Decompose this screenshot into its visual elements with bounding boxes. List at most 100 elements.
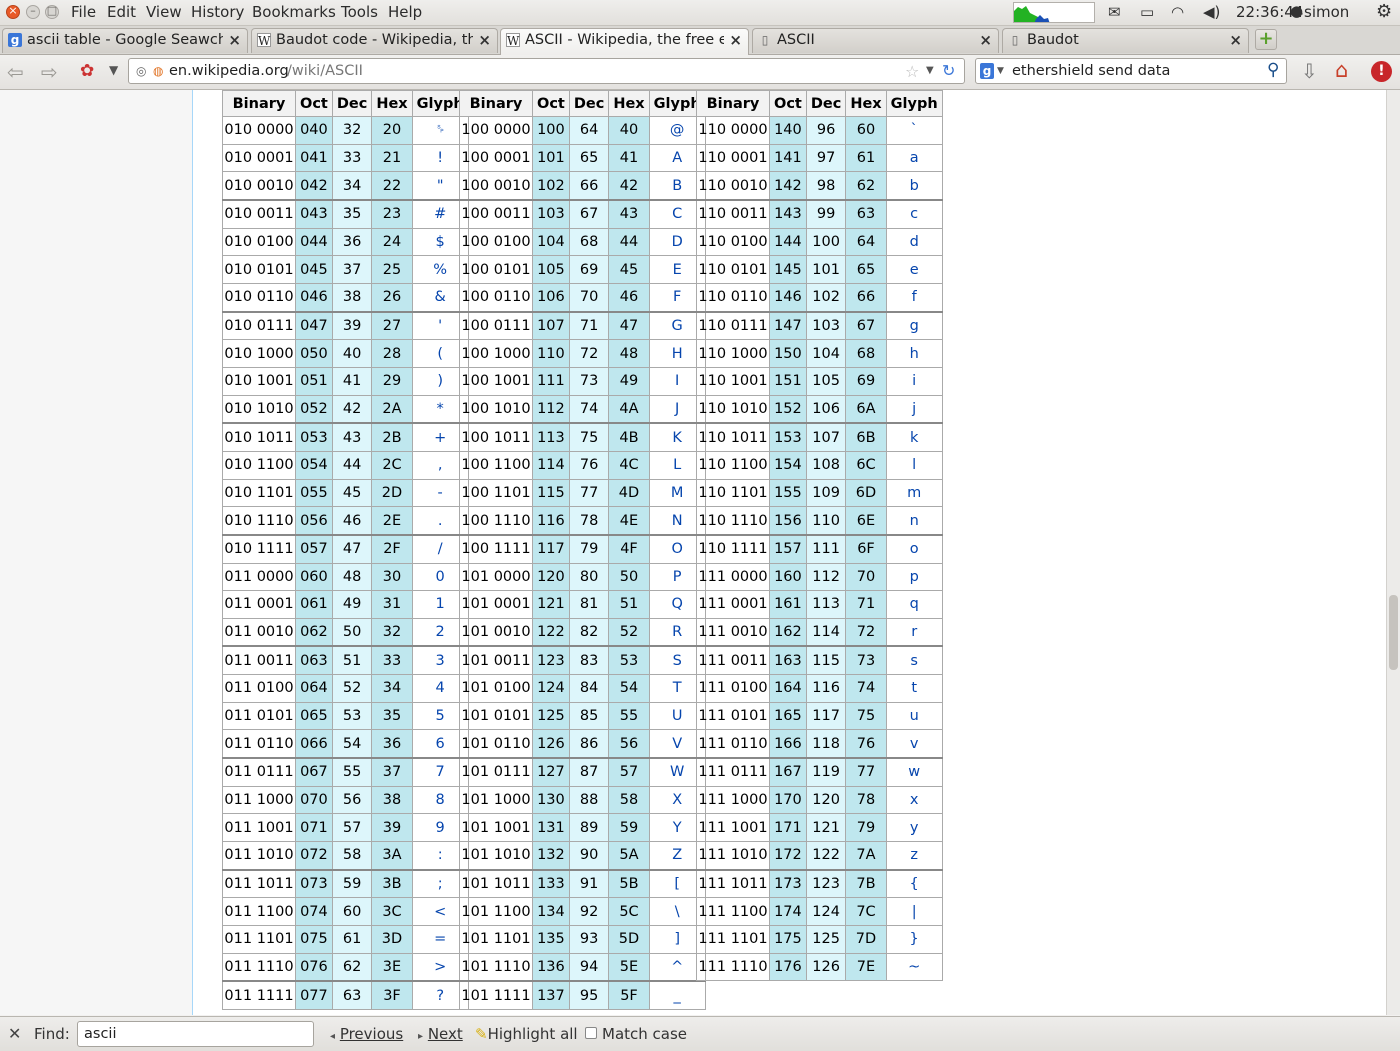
hex-cell: 59 (608, 813, 650, 843)
window-close-button[interactable]: × (6, 4, 20, 19)
menu-help[interactable]: Help (388, 3, 422, 21)
reload-icon[interactable]: ↻ (942, 61, 955, 80)
window-minimize-button[interactable]: – (26, 4, 40, 19)
glyph-cell[interactable]: _ (648, 980, 706, 1011)
binary-cell: 010 1110 (222, 506, 296, 536)
glyph-cell[interactable]: s (885, 645, 943, 676)
glyph-cell[interactable]: o (885, 533, 943, 564)
glyph-cell[interactable]: ` (885, 116, 943, 145)
back-button[interactable]: ⇦ (7, 60, 24, 84)
tab-baudot[interactable]: ▯ Baudot × (1002, 28, 1249, 53)
glyph-cell[interactable]: c (885, 198, 943, 229)
close-icon[interactable]: × (729, 31, 742, 49)
glyph-cell[interactable]: p (885, 562, 943, 592)
forward-button[interactable]: ⇨ (41, 60, 58, 84)
wifi-icon[interactable]: ◠ (1171, 3, 1184, 21)
glyph-cell[interactable]: j (885, 394, 943, 424)
site-identity-icon[interactable]: ◎ (136, 64, 146, 78)
find-input[interactable] (77, 1021, 314, 1047)
search-icon[interactable]: ⚲ (1267, 60, 1279, 80)
username[interactable]: simon (1304, 3, 1349, 21)
glyph-cell[interactable]: r (885, 617, 943, 647)
new-tab-button[interactable]: + (1255, 29, 1277, 50)
battery-icon[interactable]: ▭ (1140, 3, 1154, 21)
window-maximize-button[interactable]: □ (45, 4, 59, 19)
chevron-down-icon[interactable]: ▼ (109, 63, 118, 77)
tab-baudot-wikipedia[interactable]: W Baudot code - Wikipedia, th… × (251, 28, 498, 53)
addon-icon[interactable]: ✿ (80, 61, 94, 81)
glyph-cell[interactable]: t (885, 674, 943, 703)
table-row: 011 1111 077 63 3F? (222, 980, 469, 1011)
tab-ascii-wikipedia[interactable]: W ASCII - Wikipedia, the free e… × (500, 28, 749, 55)
menu-view[interactable]: View (146, 3, 182, 21)
glyph-cell[interactable]: l (885, 450, 943, 480)
tab-google-search[interactable]: g ascii table - Google Seawch × (2, 28, 248, 53)
addon-badge-icon[interactable]: ! (1371, 61, 1392, 82)
dec-cell: 70 (568, 282, 610, 313)
google-icon: g (8, 33, 22, 47)
tab-ascii[interactable]: ▯ ASCII × (752, 28, 999, 53)
glyph-cell[interactable]: k (885, 422, 943, 452)
close-icon[interactable]: ✕ (8, 1024, 21, 1043)
chevron-down-icon[interactable]: ▼ (926, 65, 934, 76)
search-input[interactable]: ethershield send data (1012, 63, 1170, 79)
glyph-cell[interactable]: e (885, 255, 943, 284)
glyph-cell[interactable]: d (885, 227, 943, 257)
glyph-cell[interactable]: f (885, 282, 943, 313)
oct-cell: 132 (532, 841, 570, 871)
oct-cell: 164 (769, 674, 807, 703)
glyph-cell[interactable]: w (885, 757, 943, 787)
bookmark-star-icon[interactable]: ☆ (905, 62, 919, 81)
url-bar[interactable]: ◎ ◍ en.wikipedia.org /wiki/ASCII ☆ ▼ ↻ (128, 58, 965, 84)
system-monitor-graph[interactable] (1013, 2, 1095, 23)
menu-edit[interactable]: Edit (107, 3, 136, 21)
scrollbar-thumb[interactable] (1389, 595, 1398, 670)
menu-history[interactable]: History (191, 3, 244, 21)
glyph-cell[interactable]: | (885, 897, 943, 927)
glyph-cell[interactable]: h (885, 339, 943, 368)
menu-tools[interactable]: Tools (341, 3, 378, 21)
menu-bookmarks[interactable]: Bookmarks (252, 3, 336, 21)
glyph-cell[interactable]: ~ (885, 952, 943, 982)
info-icon[interactable]: ◍ (153, 64, 163, 78)
close-icon[interactable]: × (1229, 31, 1242, 49)
glyph-cell[interactable]: b (885, 171, 943, 201)
glyph-cell[interactable]: } (885, 925, 943, 954)
glyph-cell[interactable]: m (885, 478, 943, 508)
volume-icon[interactable]: ◀) (1203, 3, 1220, 21)
gear-icon[interactable]: ⚙ (1376, 1, 1392, 22)
highlight-all-button[interactable]: ✎Highlight all (475, 1025, 578, 1043)
glyph-cell[interactable]: y (885, 813, 943, 843)
close-icon[interactable]: × (478, 31, 491, 49)
glyph-cell[interactable]: q (885, 590, 943, 619)
google-icon[interactable]: g (980, 63, 994, 79)
glyph-cell[interactable]: { (885, 868, 943, 899)
close-icon[interactable]: × (228, 31, 241, 49)
table-row: 110 0010 142 98 62 b (696, 171, 943, 201)
glyph-cell[interactable]: n (885, 506, 943, 536)
home-icon[interactable]: ⌂ (1335, 58, 1348, 82)
glyph-cell[interactable]: v (885, 729, 943, 759)
menu-file[interactable]: File (71, 3, 96, 21)
glyph-cell[interactable]: x (885, 785, 943, 815)
match-case-checkbox[interactable] (585, 1027, 597, 1039)
glyph-cell[interactable]: u (885, 701, 943, 731)
glyph-cell[interactable]: z (885, 841, 943, 871)
glyph-cell[interactable]: i (885, 366, 943, 396)
download-icon[interactable]: ⇩ (1301, 59, 1318, 83)
search-bar[interactable]: g ▼ ethershield send data ⚲ (975, 58, 1287, 84)
table-row: 010 0101 045 37 25% (222, 255, 469, 284)
mail-icon[interactable]: ✉ (1108, 3, 1121, 21)
close-icon[interactable]: × (979, 31, 992, 49)
find-next-button[interactable]: ▸ Next (418, 1025, 463, 1043)
binary-cell: 101 0001 (459, 590, 533, 619)
binary-cell: 100 0100 (459, 227, 533, 257)
oct-cell: 174 (769, 897, 807, 927)
find-previous-button[interactable]: ◂ Previous (330, 1025, 403, 1043)
chevron-down-icon[interactable]: ▼ (997, 66, 1004, 76)
glyph-cell[interactable]: g (885, 310, 943, 341)
hex-cell: 3B (371, 868, 413, 899)
glyph-cell[interactable]: a (885, 143, 943, 173)
vertical-scrollbar[interactable] (1386, 90, 1400, 1015)
binary-cell: 100 0101 (459, 255, 533, 284)
